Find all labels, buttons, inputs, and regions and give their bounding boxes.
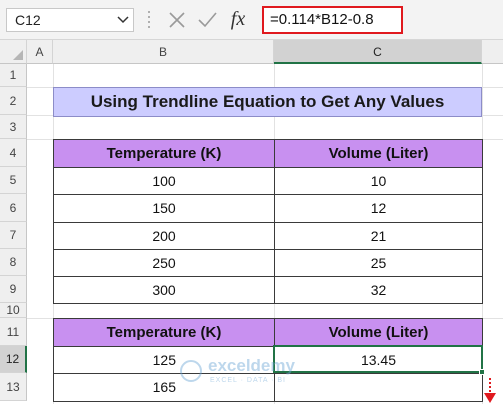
sheet-title[interactable]: Using Trendline Equation to Get Any Valu… [53,87,482,117]
column-header-c[interactable]: C [274,40,482,64]
fill-handle[interactable] [479,369,485,375]
table2-header-volume[interactable]: Volume (Liter) [274,318,483,347]
row-header[interactable]: 5 [0,167,27,194]
row-header[interactable]: 6 [0,194,27,222]
row-header[interactable]: 1 [0,64,27,87]
table1-cell[interactable]: 10 [274,167,483,195]
table1-cell[interactable]: 300 [53,276,275,304]
row-header[interactable]: 4 [0,139,27,167]
cancel-icon[interactable] [166,10,188,30]
watermark-tagline: EXCEL · DATA · BI [210,377,286,384]
column-header-b[interactable]: B [53,40,274,64]
table1-header-temperature[interactable]: Temperature (K) [53,139,275,168]
watermark-icon [180,360,202,382]
row-header[interactable]: 2 [0,87,27,115]
table1-cell[interactable]: 21 [274,222,483,250]
column-header-a[interactable]: A [27,40,53,64]
table1-header-volume[interactable]: Volume (Liter) [274,139,483,168]
row-header[interactable]: 9 [0,276,27,303]
formula-bar-grip [147,11,151,29]
table1-cell[interactable]: 25 [274,249,483,277]
formula-input[interactable]: =0.114*B12-0.8 [262,6,403,34]
row-header[interactable]: 7 [0,222,27,249]
table2-header-temperature[interactable]: Temperature (K) [53,318,275,347]
table1-cell[interactable]: 100 [53,167,275,195]
row-header[interactable]: 3 [0,115,27,139]
table1-cell[interactable]: 150 [53,194,275,223]
row-header[interactable]: 13 [0,373,27,401]
watermark-name: exceldemy [208,356,295,375]
row-header[interactable]: 11 [0,318,27,346]
arrow-down-icon [483,378,497,404]
insert-function-button[interactable]: fx [226,6,250,32]
row-header[interactable]: 10 [0,303,27,318]
watermark-logo: exceldemy EXCEL · DATA · BI [180,356,340,392]
row-header[interactable]: 8 [0,249,27,276]
table1-cell[interactable]: 12 [274,194,483,223]
enter-check-icon[interactable] [196,10,218,30]
table1-cell[interactable]: 250 [53,249,275,277]
table1-cell[interactable]: 32 [274,276,483,304]
column-header-next[interactable] [482,40,503,64]
select-all-triangle-icon [13,50,23,60]
chevron-down-icon[interactable] [113,8,133,32]
table1-cell[interactable]: 200 [53,222,275,250]
row-header-selected[interactable]: 12 [0,346,27,373]
